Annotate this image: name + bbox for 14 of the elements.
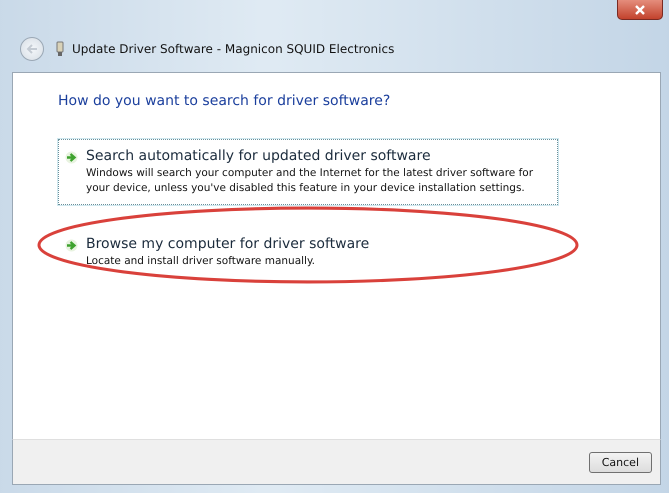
option-title: Search automatically for updated driver software: [86, 148, 432, 164]
arrow-icon: [65, 239, 78, 252]
option-description: Locate and install driver software manually.: [86, 254, 316, 270]
arrow-icon: [65, 151, 78, 164]
close-icon: [634, 4, 646, 14]
device-icon: [56, 41, 64, 57]
cancel-button[interactable]: Cancel: [588, 452, 652, 472]
close-button[interactable]: [617, 0, 663, 20]
page-heading: How do you want to search for driver software?: [58, 93, 392, 109]
option-title: Browse my computer for driver software: [86, 236, 370, 252]
window-title: Update Driver Software - Magnicon SQUID Electronics: [72, 42, 394, 56]
option-description: Windows will search your computer and the Internet for the latest driver software for your device, unless you've disabled this feature in your device installation settings.: [86, 166, 534, 196]
option-link[interactable]: [58, 139, 558, 206]
back-arrow-icon: [26, 44, 38, 54]
